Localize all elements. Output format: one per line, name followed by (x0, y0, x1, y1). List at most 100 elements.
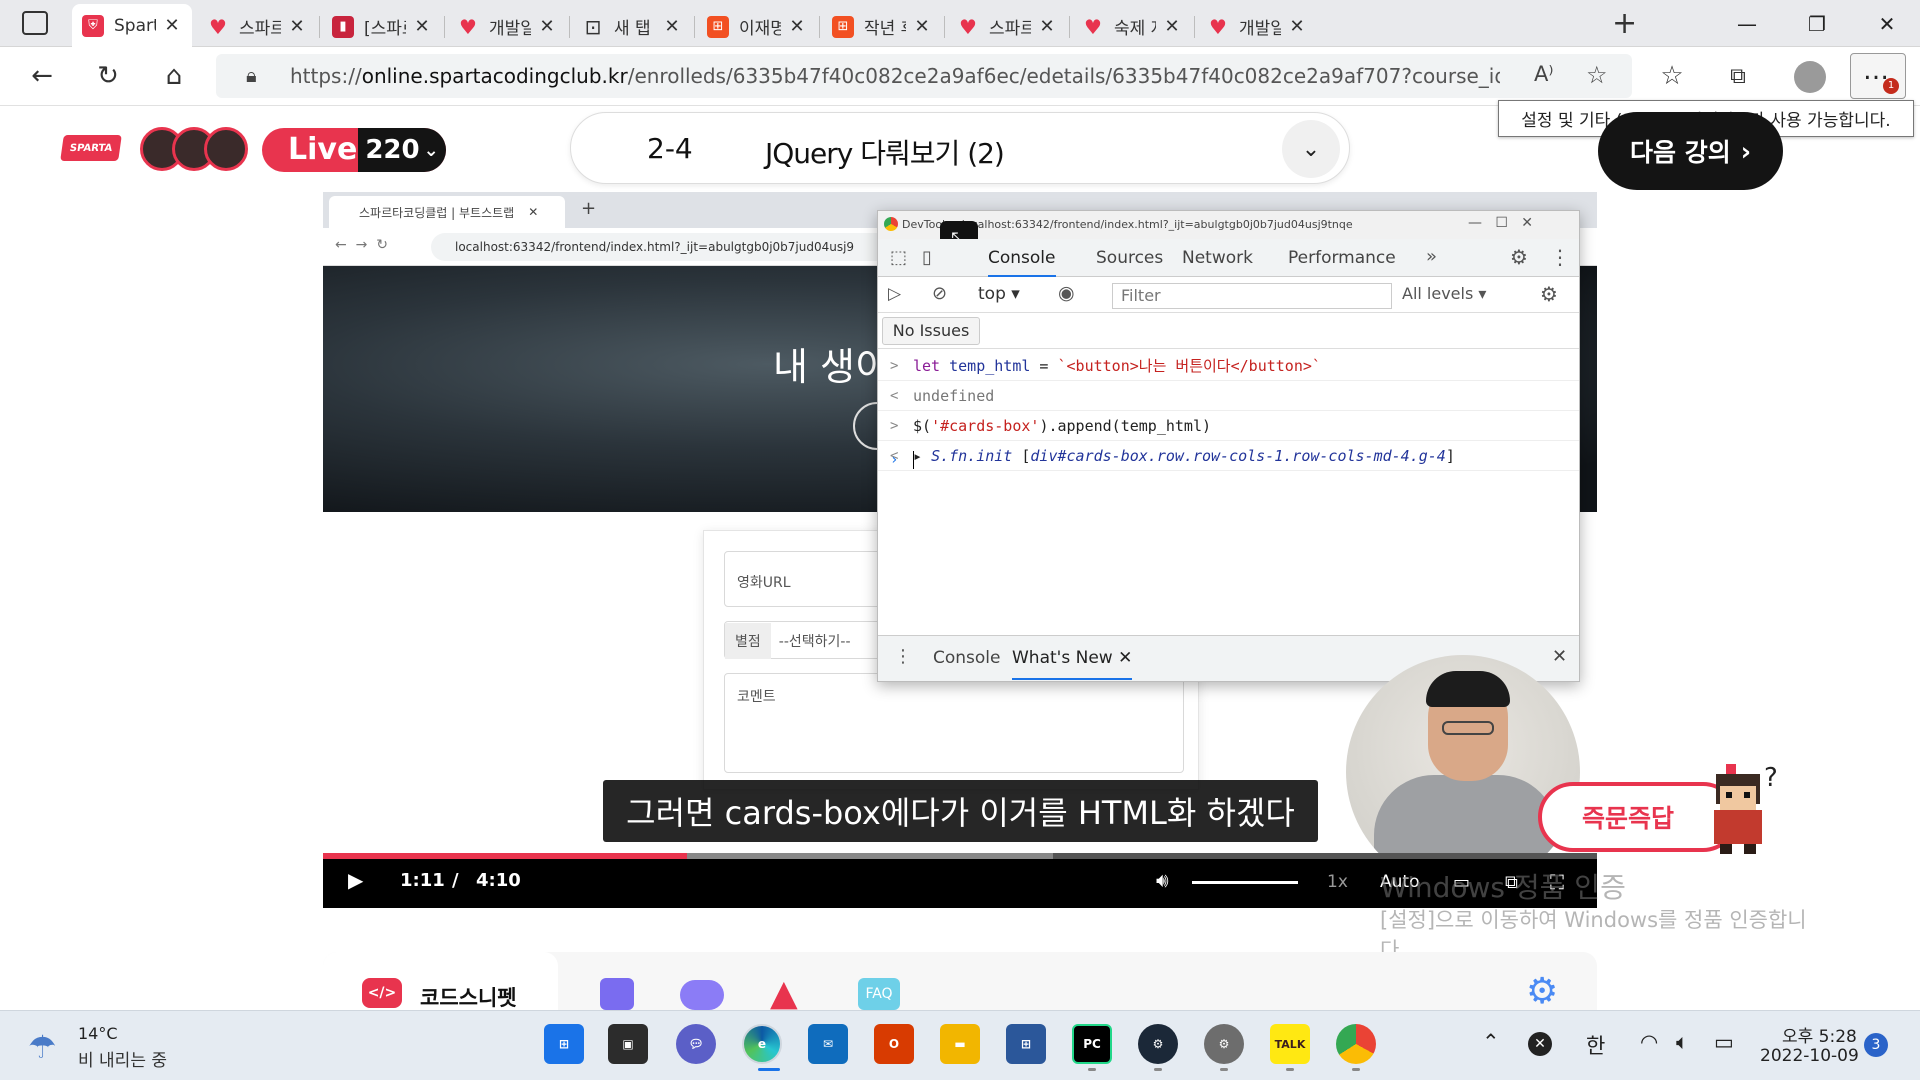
weather-description[interactable]: 비 내리는 중 (78, 1046, 167, 1071)
next-lesson-button[interactable]: 다음 강의 › (1598, 112, 1783, 190)
close-tab-icon[interactable]: ✕ (1287, 16, 1307, 37)
add-favorite-star-icon[interactable]: ☆ (1586, 61, 1608, 89)
lesson-number: 2-4 (647, 132, 693, 165)
chat-icon[interactable] (680, 980, 724, 1010)
close-tab-icon[interactable]: ✕ (912, 16, 932, 37)
collections-icon[interactable]: ⧉ (1718, 56, 1758, 96)
favorites-icon[interactable]: ☆ (1652, 56, 1692, 96)
book-icon: ▮ (332, 15, 354, 38)
close-window-icon[interactable]: ✕ (1855, 0, 1919, 47)
microsoft-icon: ⊞ (832, 15, 854, 38)
sparta-heart-icon: ♥ (1084, 14, 1102, 39)
console-code: undefined (913, 387, 995, 405)
settings-more-button[interactable]: … 1 (1850, 53, 1906, 99)
close-tab-icon[interactable]: ✕ (662, 16, 682, 37)
browser-tab[interactable]: ♥ 개발일 ✕ (1197, 6, 1317, 47)
play-icon[interactable]: ▶ (348, 868, 363, 892)
close-tab-icon[interactable]: ✕ (1162, 16, 1182, 37)
lock-icon[interactable]: 🔒︎ (246, 63, 257, 87)
devtools-tab: Performance (1288, 248, 1396, 268)
browser-tab[interactable]: ▮ [스파르 ✕ (322, 6, 442, 47)
checklist-icon[interactable] (600, 978, 634, 1010)
svg-text:?: ? (1764, 763, 1778, 793)
browser-tab[interactable]: ⊞ 이재명 ✕ (697, 6, 817, 47)
settings-gear-icon[interactable]: ⚙ (1526, 974, 1558, 1010)
volume-icon[interactable]: 🔊︎ (1156, 868, 1169, 892)
windows-settings-icon[interactable]: ⚙ (1204, 1024, 1244, 1064)
glasses (1442, 721, 1494, 735)
start-windows-icon[interactable]: ⊞ (544, 1024, 584, 1064)
close-tab-icon[interactable]: ✕ (537, 16, 557, 37)
sparta-heart-icon: ♥ (209, 14, 227, 39)
refresh-icon[interactable]: ↻ (88, 56, 128, 96)
live-count[interactable]: 220 ⌄ (358, 128, 446, 172)
new-tab-plus-icon[interactable]: + (1612, 6, 1637, 41)
chrome-taskbar-icon[interactable] (1336, 1024, 1376, 1064)
notification-badge[interactable]: 3 (1864, 1033, 1888, 1057)
browser-tab[interactable]: ♥ 스파르 ✕ (197, 6, 317, 47)
browser-tab[interactable]: ⊞ 작년 후 ✕ (822, 6, 942, 47)
kakaotalk-icon[interactable]: TALK (1270, 1024, 1310, 1064)
pycharm-icon[interactable]: PC (1072, 1024, 1112, 1064)
home-icon[interactable]: ⌂ (154, 56, 194, 96)
no-issues-button: No Issues (882, 317, 980, 345)
office-icon[interactable]: O (874, 1024, 914, 1064)
playback-speed[interactable]: 1x (1327, 872, 1348, 892)
browser-tab[interactable]: ♥ 숙제 저 ✕ (1072, 6, 1192, 47)
sparta-mascot-icon[interactable]: ? (1700, 760, 1780, 856)
activation-title: Windows 정품 인증 (1380, 871, 1626, 904)
tab-separator (444, 16, 445, 38)
close-tab-icon[interactable]: ✕ (787, 16, 807, 37)
browser-tab[interactable]: ♥ 개발일 ✕ (447, 6, 567, 47)
file-explorer-icon[interactable]: ▬ (940, 1024, 980, 1064)
more-tabs-icon: » (1426, 246, 1438, 267)
tab-separator (1194, 16, 1195, 38)
profile-avatar-icon[interactable] (1794, 61, 1826, 93)
weather-rain-icon[interactable]: ☂ (28, 1028, 57, 1066)
recorded-url: localhost:63342/frontend/index.html?_ijt… (431, 233, 951, 261)
restore-icon[interactable]: ❐ (1785, 0, 1849, 47)
console-arrow: > (890, 358, 899, 374)
console-code: $('#cards-box').append(temp_html) (913, 417, 1212, 435)
teams-chat-icon[interactable]: 💬︎ (676, 1024, 716, 1064)
tray-app-icon[interactable]: ✕ (1528, 1032, 1552, 1056)
ime-indicator[interactable]: 한 (1586, 1030, 1605, 1060)
close-tab-icon[interactable]: ✕ (162, 15, 182, 36)
task-view-icon[interactable]: ▣ (608, 1024, 648, 1064)
volume-slider[interactable] (1192, 881, 1298, 884)
wifi-icon[interactable]: ◠ (1640, 1030, 1658, 1054)
url-text[interactable]: https://online.spartacodingclub.kr/enrol… (290, 64, 1500, 88)
close-tab-icon[interactable]: ✕ (1037, 16, 1057, 37)
inspect-icon: ⬚ (890, 247, 908, 268)
devtools-window: DevTools - localhost:63342/frontend/inde… (877, 210, 1580, 682)
time-separator: / (452, 870, 459, 891)
tab-separator (319, 16, 320, 38)
faq-icon[interactable]: FAQ (858, 978, 900, 1010)
browser-tab[interactable]: ⛨ Sparta ✕ (72, 4, 192, 47)
speaker-icon[interactable]: 🔈︎ (1676, 1030, 1689, 1055)
battery-icon[interactable]: ▭ (1714, 1030, 1734, 1054)
tab-actions-icon[interactable] (22, 11, 48, 35)
close-tab-icon[interactable]: ✕ (412, 16, 432, 37)
tab-separator (1069, 16, 1070, 38)
minimize-icon[interactable]: — (1715, 0, 1779, 47)
close-tab-icon[interactable]: ✕ (287, 16, 307, 37)
browser-tab[interactable]: ⊡ 새 탭 ✕ (572, 6, 692, 47)
mail-icon[interactable]: ✉ (808, 1024, 848, 1064)
browser-tab[interactable]: ♥ 스파르 ✕ (947, 6, 1067, 47)
lesson-dropdown-chevron-icon[interactable]: ⌄ (1282, 120, 1340, 178)
pycharm-running-indicator (1088, 1068, 1096, 1071)
clock-time[interactable]: 오후 5:28 (1782, 1022, 1857, 1047)
edge-icon[interactable]: e (742, 1024, 782, 1064)
tray-overflow-chevron-icon[interactable]: ⌃ (1482, 1030, 1500, 1054)
microsoft-store-icon[interactable]: ⊞ (1006, 1024, 1046, 1064)
read-aloud-icon[interactable]: A⁾ (1534, 62, 1554, 86)
warning-icon[interactable]: ▲ (770, 976, 798, 1012)
sparta-logo[interactable]: SPARTA (60, 135, 122, 161)
weather-temperature[interactable]: 14°C (78, 1024, 118, 1043)
back-arrow-icon[interactable]: ← (22, 56, 62, 96)
recorded-nav-icons: ← → ↻ (335, 237, 388, 253)
address-bar[interactable]: 🔒︎ https://online.spartacodingclub.kr/en… (216, 54, 1632, 98)
steam-icon[interactable]: ⚙ (1138, 1024, 1178, 1064)
clock-date[interactable]: 2022-10-09 (1760, 1046, 1859, 1066)
